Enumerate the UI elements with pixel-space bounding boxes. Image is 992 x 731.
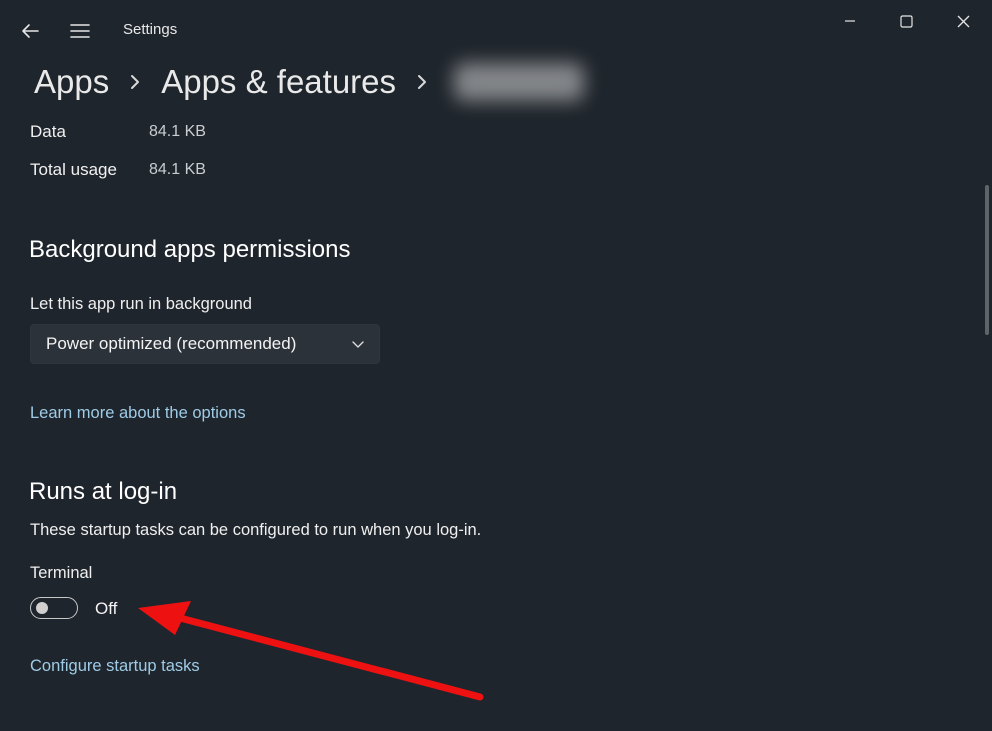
- background-permissions-heading: Background apps permissions: [29, 236, 351, 263]
- title-bar: Settings: [0, 0, 992, 60]
- breadcrumb-item-apps-features[interactable]: Apps & features: [161, 63, 396, 101]
- data-label: Data: [30, 122, 66, 141]
- maximize-button[interactable]: [884, 6, 928, 36]
- data-value: 84.1 KB: [149, 123, 206, 140]
- maximize-icon: [899, 14, 913, 28]
- minimize-icon: [845, 20, 855, 22]
- scrollbar-thumb[interactable]: [985, 185, 989, 335]
- close-button[interactable]: [941, 6, 985, 36]
- learn-more-link[interactable]: Learn more about the options: [30, 404, 246, 423]
- back-arrow-icon: [22, 24, 39, 38]
- chevron-right-icon: [416, 73, 428, 91]
- window-title: Settings: [123, 21, 178, 38]
- breadcrumb-current-app-blurred: [454, 63, 585, 101]
- back-button[interactable]: [14, 16, 46, 46]
- configure-startup-tasks-link[interactable]: Configure startup tasks: [30, 657, 200, 676]
- total-usage-label: Total usage: [30, 160, 117, 179]
- breadcrumb-item-apps[interactable]: Apps: [34, 63, 109, 101]
- close-icon: [957, 15, 969, 27]
- terminal-startup-toggle[interactable]: [30, 597, 78, 619]
- runs-at-login-heading: Runs at log-in: [29, 478, 178, 505]
- breadcrumb: Apps Apps & features: [34, 60, 585, 104]
- startup-task-name: Terminal: [30, 564, 93, 582]
- navigation-menu-button[interactable]: [64, 16, 96, 46]
- startup-tasks-description: These startup tasks can be configured to…: [30, 521, 482, 539]
- minimize-button[interactable]: [828, 6, 872, 36]
- dropdown-selected-value: Power optimized (recommended): [46, 334, 297, 353]
- annotation-arrow: [138, 601, 484, 701]
- run-in-background-label: Let this app run in background: [30, 295, 252, 313]
- chevron-right-icon: [129, 73, 141, 91]
- background-permission-dropdown[interactable]: Power optimized (recommended): [30, 324, 380, 364]
- hamburger-menu-icon: [70, 24, 90, 38]
- toggle-state-label: Off: [95, 599, 118, 618]
- toggle-knob: [36, 602, 48, 614]
- total-usage-value: 84.1 KB: [149, 161, 206, 178]
- chevron-down-icon: [352, 341, 364, 348]
